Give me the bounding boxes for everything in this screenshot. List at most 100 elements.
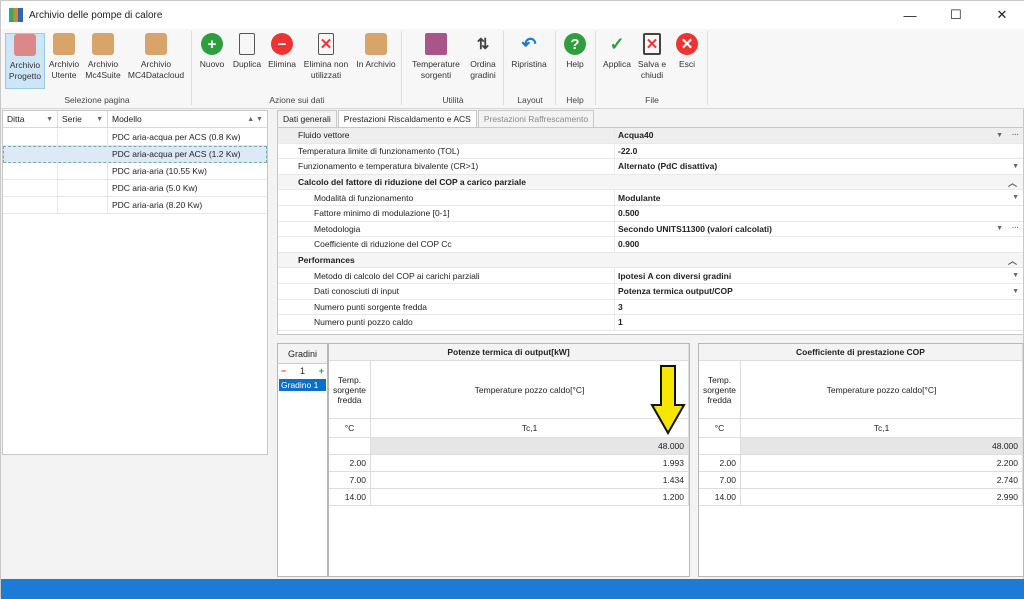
list-item-selected[interactable]: PDC aria-acqua per ACS (1.2 Kw) [3,146,267,163]
filter-icon[interactable]: ▼ [46,116,53,123]
minimize-button[interactable]: — [887,1,933,29]
gradini-count[interactable]: 1 [300,366,305,376]
dropdown-icon[interactable]: ▼ [1012,288,1019,295]
nuovo-button[interactable]: + Nuovo [197,33,227,70]
tab-dati-generali[interactable]: Dati generali [277,110,337,127]
duplica-button[interactable]: Duplica [231,33,263,70]
plus-icon: + [201,33,223,55]
applica-button[interactable]: ✓ Applica [601,33,633,70]
prop-fattore[interactable]: Fattore minimo di modulazione [0-1] 0.500 [278,205,1023,222]
close-window-button[interactable]: ✕ [979,1,1024,29]
app-icon [9,8,23,22]
archivio-mc4suite-button[interactable]: Archivio Mc4Suite [85,33,121,81]
house-temperature-icon [425,33,447,55]
esci-button[interactable]: ✕ Esci [673,33,701,70]
folder-project-icon [14,34,36,56]
list-item[interactable]: PDC aria-acqua per ACS (0.8 Kw) [3,129,267,146]
col-pozzo-caldo: Temperature pozzo caldo[°C] [741,361,1023,419]
ripristina-button[interactable]: ↶ Ripristina [507,33,551,70]
elimina-non-utilizzati-button[interactable]: ✕ Elimina non utilizzati [301,33,351,81]
prop-modalita[interactable]: Modalità di funzionamento Modulante ▼ [278,190,1023,206]
hot-temp-cell[interactable]: 48.000 [371,438,689,455]
delete-doc-icon: ✕ [318,33,334,55]
maximize-button[interactable]: ☐ [933,1,979,29]
table-cell[interactable]: 7.00 [329,472,371,489]
in-archivio-button[interactable]: In Archivio [355,33,397,70]
tab-prestazioni-raffrescamento[interactable]: Prestazioni Raffrescamento [477,110,595,127]
table-cell[interactable]: 1.200 [371,489,689,506]
table-cell[interactable]: 14.00 [329,489,371,506]
prop-tol[interactable]: Temperatura limite di funzionamento (TOL… [278,143,1023,160]
group-label: Selezione pagina [64,95,130,105]
table-cell [699,438,741,455]
tab-bar: Dati generali Prestazioni Riscaldamento … [277,110,595,127]
undo-icon: ↶ [521,33,537,54]
column-serie[interactable]: Serie ▼ [58,111,108,127]
collapse-icon[interactable]: ︿ [1008,176,1017,189]
group-label: Layout [517,95,543,105]
table-cell[interactable]: 2.00 [699,455,741,472]
prop-dati[interactable]: Dati conosciuti di input Potenza termica … [278,283,1023,300]
prop-numero-caldo[interactable]: Numero punti pozzo caldo 1 [278,315,1023,331]
dropdown-icon[interactable]: ▼ [1012,163,1019,170]
category-performances[interactable]: Performances ︿ [278,252,1023,269]
list-item[interactable]: PDC aria-aria (10.55 Kw) [3,163,267,180]
cop-title: Coefficiente di prestazione COP [699,344,1023,361]
dropdown-icon[interactable]: ▼ [996,132,1003,139]
prop-coefficiente[interactable]: Coefficiente di riduzione del COP Cc 0.90… [278,237,1023,253]
minus-icon[interactable]: − [281,366,286,376]
prop-numero-fredda[interactable]: Numero punti sorgente fredda 3 [278,299,1023,316]
column-modello[interactable]: Modello ▲ ▼ [108,111,267,127]
collapse-icon[interactable]: ︿ [1008,254,1017,267]
ellipsis-icon[interactable]: ··· [1012,225,1019,232]
list-item[interactable]: PDC aria-aria (5.0 Kw) [3,180,267,197]
unit-cell: °C [699,419,741,438]
minus-icon: − [271,33,293,55]
group-label: File [645,95,659,105]
salva-e-chiudi-button[interactable]: ✕ Salva e chiudi [635,33,669,81]
cop-table: Coefficiente di prestazione COP Temp. so… [698,343,1024,577]
archivio-progetto-button[interactable]: Archivio Progetto [5,33,45,89]
sort-filter-icon[interactable]: ▲ ▼ [247,116,263,123]
elimina-button[interactable]: − Elimina [267,33,297,70]
dropdown-icon[interactable]: ▼ [996,225,1003,232]
question-icon: ? [564,33,586,55]
unit-cell: °C [329,419,371,438]
separator [707,31,708,105]
property-grid: Fluido vettore Acqua40 ▼ ··· Temperatura li… [277,127,1024,335]
dropdown-icon[interactable]: ▼ [1012,194,1019,201]
col-temp-sorgente: Temp. sorgente fredda [329,361,371,419]
ordina-gradini-button[interactable]: ⇅ Ordina gradini [467,33,499,81]
table-cell[interactable]: 2.740 [741,472,1023,489]
archivio-utente-button[interactable]: Archivio Utente [47,33,81,81]
check-icon: ✓ [609,33,625,54]
list-item[interactable]: PDC aria-aria (8.20 Kw) [3,197,267,214]
table-cell[interactable]: 14.00 [699,489,741,506]
prop-metodo[interactable]: Metodo di calcolo del COP ai carichi par… [278,268,1023,284]
table-cell[interactable]: 1.434 [371,472,689,489]
archivio-mc4datacloud-button[interactable]: Archivio MC4Datacloud [125,33,187,81]
category-calcolo[interactable]: Calcolo del fattore di riduzione del COP… [278,174,1023,191]
help-button[interactable]: ? Help [561,33,589,70]
table-cell[interactable]: 2.00 [329,455,371,472]
prop-fluido[interactable]: Fluido vettore Acqua40 ▼ ··· [278,128,1023,144]
filter-icon[interactable]: ▼ [96,116,103,123]
table-cell[interactable]: 2.990 [741,489,1023,506]
gradino-item[interactable]: Gradino 1 [279,379,326,391]
tab-prestazioni-riscaldamento[interactable]: Prestazioni Riscaldamento e ACS [337,110,477,127]
column-ditta[interactable]: Ditta ▼ [3,111,58,127]
prop-funzionamento[interactable]: Funzionamento e temperatura bivalente (C… [278,159,1023,175]
table-cell[interactable]: 1.993 [371,455,689,472]
ribbon-toolbar: Archivio Progetto Archivio Utente Archiv… [1,29,1024,109]
gradini-title: Gradini [278,344,327,364]
dropdown-icon[interactable]: ▼ [1012,272,1019,279]
folder-user-icon [53,33,75,55]
plus-icon[interactable]: + [319,366,324,376]
temperature-sorgenti-button[interactable]: Temperature sorgenti [407,33,465,81]
col-temp-sorgente: Temp. sorgente fredda [699,361,741,419]
table-cell[interactable]: 2.200 [741,455,1023,472]
prop-metodologia[interactable]: Metodologia Secondo UNITS11300 (valori ca… [278,221,1023,238]
ellipsis-icon[interactable]: ··· [1012,132,1019,139]
hot-temp-cell[interactable]: 48.000 [741,438,1023,455]
table-cell[interactable]: 7.00 [699,472,741,489]
